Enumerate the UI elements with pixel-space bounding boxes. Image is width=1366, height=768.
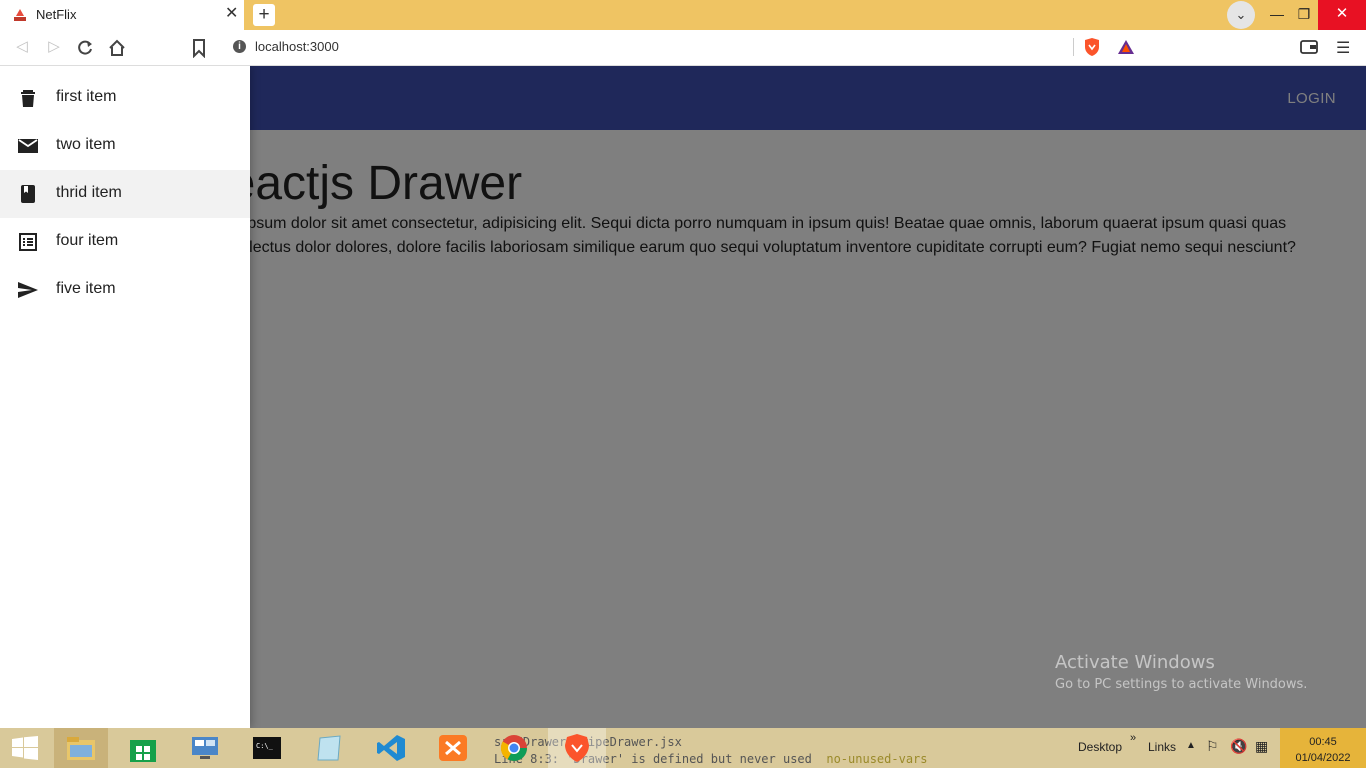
brave-icon <box>565 734 589 762</box>
desktop-toolbar[interactable]: Desktop <box>1078 740 1122 754</box>
browser-tab-bar: NetFlix ✕ + ⌄ — ❐ ✕ <box>0 0 1366 30</box>
chrome-taskbar-button[interactable] <box>488 728 542 768</box>
action-center-flag-icon[interactable]: ⚐ <box>1206 738 1219 755</box>
terminal-taskbar-button[interactable]: C:\_ <box>240 728 294 768</box>
back-icon[interactable]: ◁ <box>11 36 33 58</box>
windows-taskbar: C:\_ src/Drawer/SwipeDrawer.jsx Line 8:3… <box>0 728 1366 768</box>
toolbar-expand-icon[interactable]: » <box>1130 732 1136 744</box>
start-button[interactable] <box>0 728 54 768</box>
drawer-item-four[interactable]: four item <box>0 218 250 266</box>
watermark-subtitle: Go to PC settings to activate Windows. <box>1055 677 1308 692</box>
tab-title: NetFlix <box>36 7 77 22</box>
reload-icon[interactable] <box>75 38 95 58</box>
xampp-taskbar-button[interactable] <box>426 728 480 768</box>
folder-icon <box>67 737 95 760</box>
bookmark-icon[interactable] <box>189 38 209 58</box>
forward-icon[interactable]: ▷ <box>43 36 65 58</box>
store-icon <box>130 740 156 762</box>
volume-muted-icon[interactable]: 🔇 <box>1230 738 1247 755</box>
drawer-item-label: thrid item <box>56 184 122 201</box>
drawer-item-first[interactable]: first item <box>0 74 250 122</box>
clock-time: 00:45 <box>1309 736 1337 748</box>
page-viewport: LOGIN Reactjs Drawer Lorem ipsum dolor s… <box>0 66 1366 728</box>
list-icon <box>19 233 37 251</box>
delete-icon <box>21 90 35 107</box>
tab-close-icon[interactable]: ✕ <box>225 5 238 23</box>
address-bar-divider <box>1073 38 1074 56</box>
store-taskbar-button[interactable] <box>116 728 170 768</box>
windows-logo-icon <box>12 736 38 760</box>
netflix-favicon-icon <box>14 9 26 21</box>
network-icon[interactable]: ▦ <box>1255 738 1268 755</box>
url-text[interactable]: localhost:3000 <box>255 39 339 54</box>
watermark-title: Activate Windows <box>1055 652 1215 673</box>
wallet-icon[interactable] <box>1300 39 1318 55</box>
mail-icon <box>18 139 38 153</box>
browser-toolbar: ◁ ▷ i localhost:3000 ☰ <box>0 30 1366 66</box>
file-explorer-taskbar-button[interactable] <box>54 728 108 768</box>
new-tab-button[interactable]: + <box>253 4 275 26</box>
drawer-item-third[interactable]: thrid item <box>0 170 250 218</box>
address-bar[interactable]: i localhost:3000 <box>221 34 1145 60</box>
preview-rule: no-unused-vars <box>826 752 928 766</box>
drawer-item-label: four item <box>56 232 119 249</box>
chrome-icon <box>500 735 528 762</box>
brave-rewards-icon[interactable] <box>1117 38 1135 56</box>
brave-taskbar-button[interactable] <box>548 728 606 768</box>
book-icon <box>21 185 35 203</box>
side-drawer: first item two item thrid item four item… <box>0 66 250 728</box>
drawer-item-five[interactable]: five item <box>0 266 250 314</box>
vscode-taskbar-button[interactable] <box>364 728 418 768</box>
site-info-icon[interactable]: i <box>233 40 246 53</box>
tray-expand-icon[interactable]: ▲ <box>1186 740 1196 751</box>
control-panel-taskbar-button[interactable] <box>178 728 232 768</box>
tab-search-chevron-icon[interactable]: ⌄ <box>1227 1 1255 29</box>
close-window-button[interactable]: ✕ <box>1318 0 1366 30</box>
drawer-item-label: first item <box>56 88 117 105</box>
home-icon[interactable] <box>107 38 127 58</box>
browser-menu-icon[interactable]: ☰ <box>1336 38 1350 58</box>
clock-date: 01/04/2022 <box>1295 752 1351 764</box>
notepad-icon <box>317 735 341 761</box>
drawer-item-two[interactable]: two item <box>0 122 250 170</box>
xampp-icon <box>439 735 467 761</box>
vscode-icon <box>377 735 405 761</box>
drawer-item-label: five item <box>56 280 116 297</box>
brave-shields-icon[interactable] <box>1083 37 1101 57</box>
send-icon <box>18 282 38 298</box>
browser-tab[interactable]: NetFlix ✕ <box>0 0 244 30</box>
activate-windows-watermark: Activate Windows Go to PC settings to ac… <box>1055 652 1307 692</box>
taskbar-clock[interactable]: 00:45 01/04/2022 <box>1280 728 1366 768</box>
links-toolbar[interactable]: Links <box>1148 740 1176 754</box>
drawer-item-label: two item <box>56 136 116 153</box>
notepad-taskbar-button[interactable] <box>302 728 356 768</box>
svg-text:C:\_: C:\_ <box>256 742 274 750</box>
control-panel-icon <box>192 737 218 759</box>
terminal-icon: C:\_ <box>253 737 281 759</box>
